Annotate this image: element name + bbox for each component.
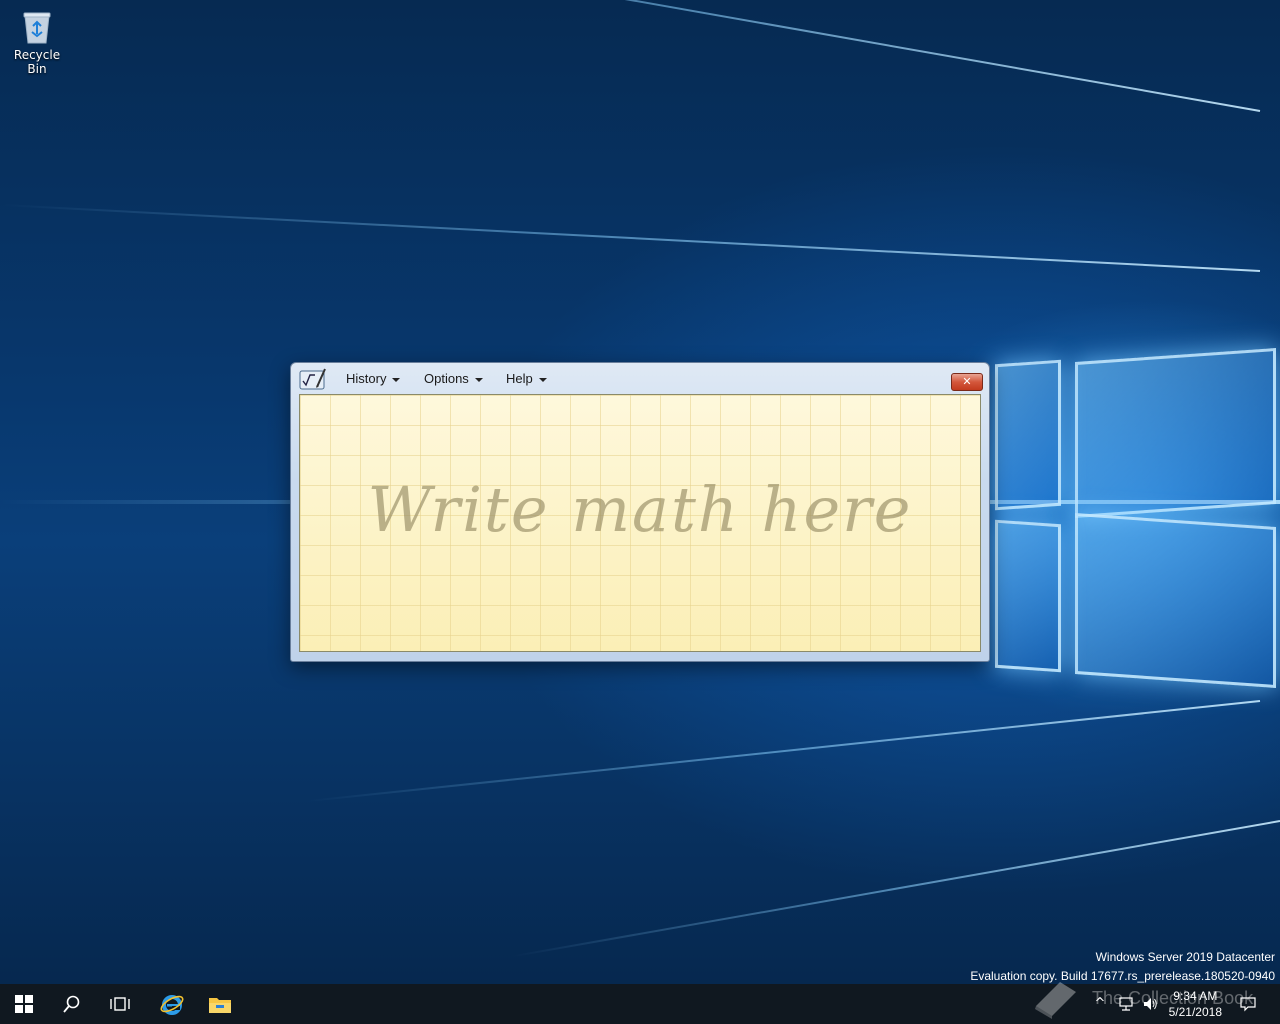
search-button[interactable]	[48, 984, 96, 1024]
logo-pane	[995, 519, 1061, 673]
writing-placeholder: Write math here	[367, 473, 913, 546]
desktop-icon-recycle-bin[interactable]: Recycle Bin	[4, 8, 70, 76]
file-explorer-button[interactable]	[196, 984, 244, 1024]
light-beam	[511, 820, 1280, 958]
light-beam	[97, 0, 1261, 112]
overlay-watermark: The Collection Book	[1030, 976, 1280, 1022]
task-view-button[interactable]	[96, 984, 144, 1024]
light-beam	[305, 700, 1261, 803]
menu-options-label: Options	[424, 371, 469, 386]
windows-start-icon	[15, 995, 33, 1013]
task-view-icon	[110, 997, 130, 1011]
menu-help[interactable]: Help	[506, 371, 547, 386]
start-button[interactable]	[0, 984, 48, 1024]
menu-history-label: History	[346, 371, 387, 386]
search-icon	[63, 995, 80, 1013]
math-input-panel-window[interactable]: History Options Help ✕ Write math here	[290, 362, 990, 662]
menu-options[interactable]: Options	[424, 371, 483, 386]
logo-pane	[1075, 512, 1276, 689]
file-explorer-icon	[209, 998, 231, 1013]
chevron-down-icon	[474, 377, 483, 382]
book-icon	[1035, 982, 1076, 1019]
menu-history[interactable]: History	[346, 371, 401, 386]
internet-explorer-icon	[160, 995, 184, 1015]
chevron-down-icon	[538, 377, 547, 382]
math-input-panel-icon[interactable]	[299, 367, 327, 391]
watermark-edition: Windows Server 2019 Datacenter	[1095, 950, 1275, 964]
desktop-icon-label: Recycle Bin	[13, 48, 61, 76]
close-icon: ✕	[962, 375, 972, 388]
light-beam	[1, 204, 1261, 272]
overlay-brand-text: The Collection Book	[1092, 988, 1254, 1008]
logo-pane	[1075, 347, 1276, 519]
logo-pane	[995, 359, 1061, 511]
close-button[interactable]: ✕	[951, 373, 983, 391]
chevron-down-icon	[392, 377, 401, 382]
menu-help-label: Help	[506, 371, 533, 386]
math-writing-area[interactable]: Write math here	[299, 394, 981, 652]
recycle-bin-icon	[22, 10, 52, 44]
desktop-background: Recycle Bin Windows Server 2019 Datacent…	[0, 0, 1280, 984]
internet-explorer-button[interactable]	[148, 984, 196, 1024]
